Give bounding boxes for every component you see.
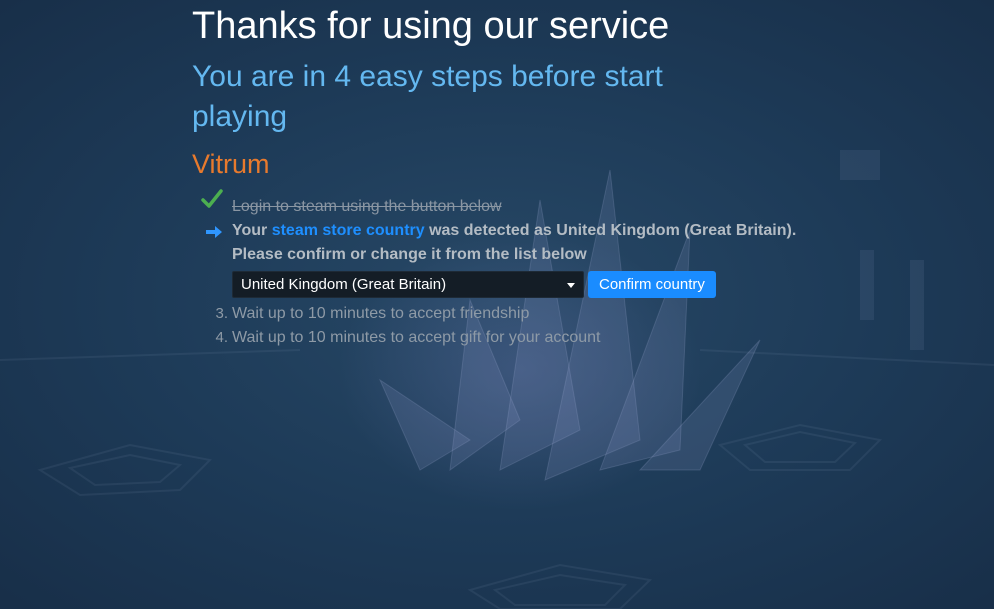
country-select[interactable]: United Kingdom (Great Britain) — [232, 271, 584, 298]
step-country-text-after: was detected as United Kingdom (Great Br… — [424, 222, 797, 239]
country-select-row: United Kingdom (Great Britain) Confirm c… — [192, 271, 832, 298]
steps-list: Login to steam using the button below Yo… — [192, 189, 832, 350]
country-select-value: United Kingdom (Great Britain) — [241, 276, 447, 293]
step-4-number: 4. — [215, 329, 228, 346]
step-country-text-before: Your — [232, 222, 272, 239]
step-login-text: Login to steam using the button below — [232, 198, 502, 215]
step-gift: 4. Wait up to 10 minutes to accept gift … — [192, 326, 832, 350]
page-subtitle: You are in 4 easy steps before start pla… — [192, 60, 663, 133]
main-content: Thanks for using our service You are in … — [192, 0, 832, 350]
step-friendship: 3. Wait up to 10 minutes to accept frien… — [192, 302, 832, 326]
check-icon — [201, 189, 223, 217]
step-3-number: 3. — [215, 305, 228, 322]
step-gift-text: Wait up to 10 minutes to accept gift for… — [232, 329, 601, 346]
step-country: Your steam store country was detected as… — [192, 219, 832, 243]
page-title: Thanks for using our service — [192, 5, 670, 47]
steam-store-country-link[interactable]: steam store country — [272, 222, 425, 239]
step-country-line2: Please confirm or change it from the lis… — [232, 246, 587, 263]
confirm-country-button[interactable]: Confirm country — [588, 271, 716, 298]
step-friendship-text: Wait up to 10 minutes to accept friendsh… — [232, 305, 530, 322]
chevron-down-icon — [567, 283, 575, 288]
game-name: Vitrum — [192, 149, 270, 179]
step-country-instruction: Please confirm or change it from the lis… — [192, 243, 832, 267]
step-login: Login to steam using the button below — [192, 189, 832, 219]
